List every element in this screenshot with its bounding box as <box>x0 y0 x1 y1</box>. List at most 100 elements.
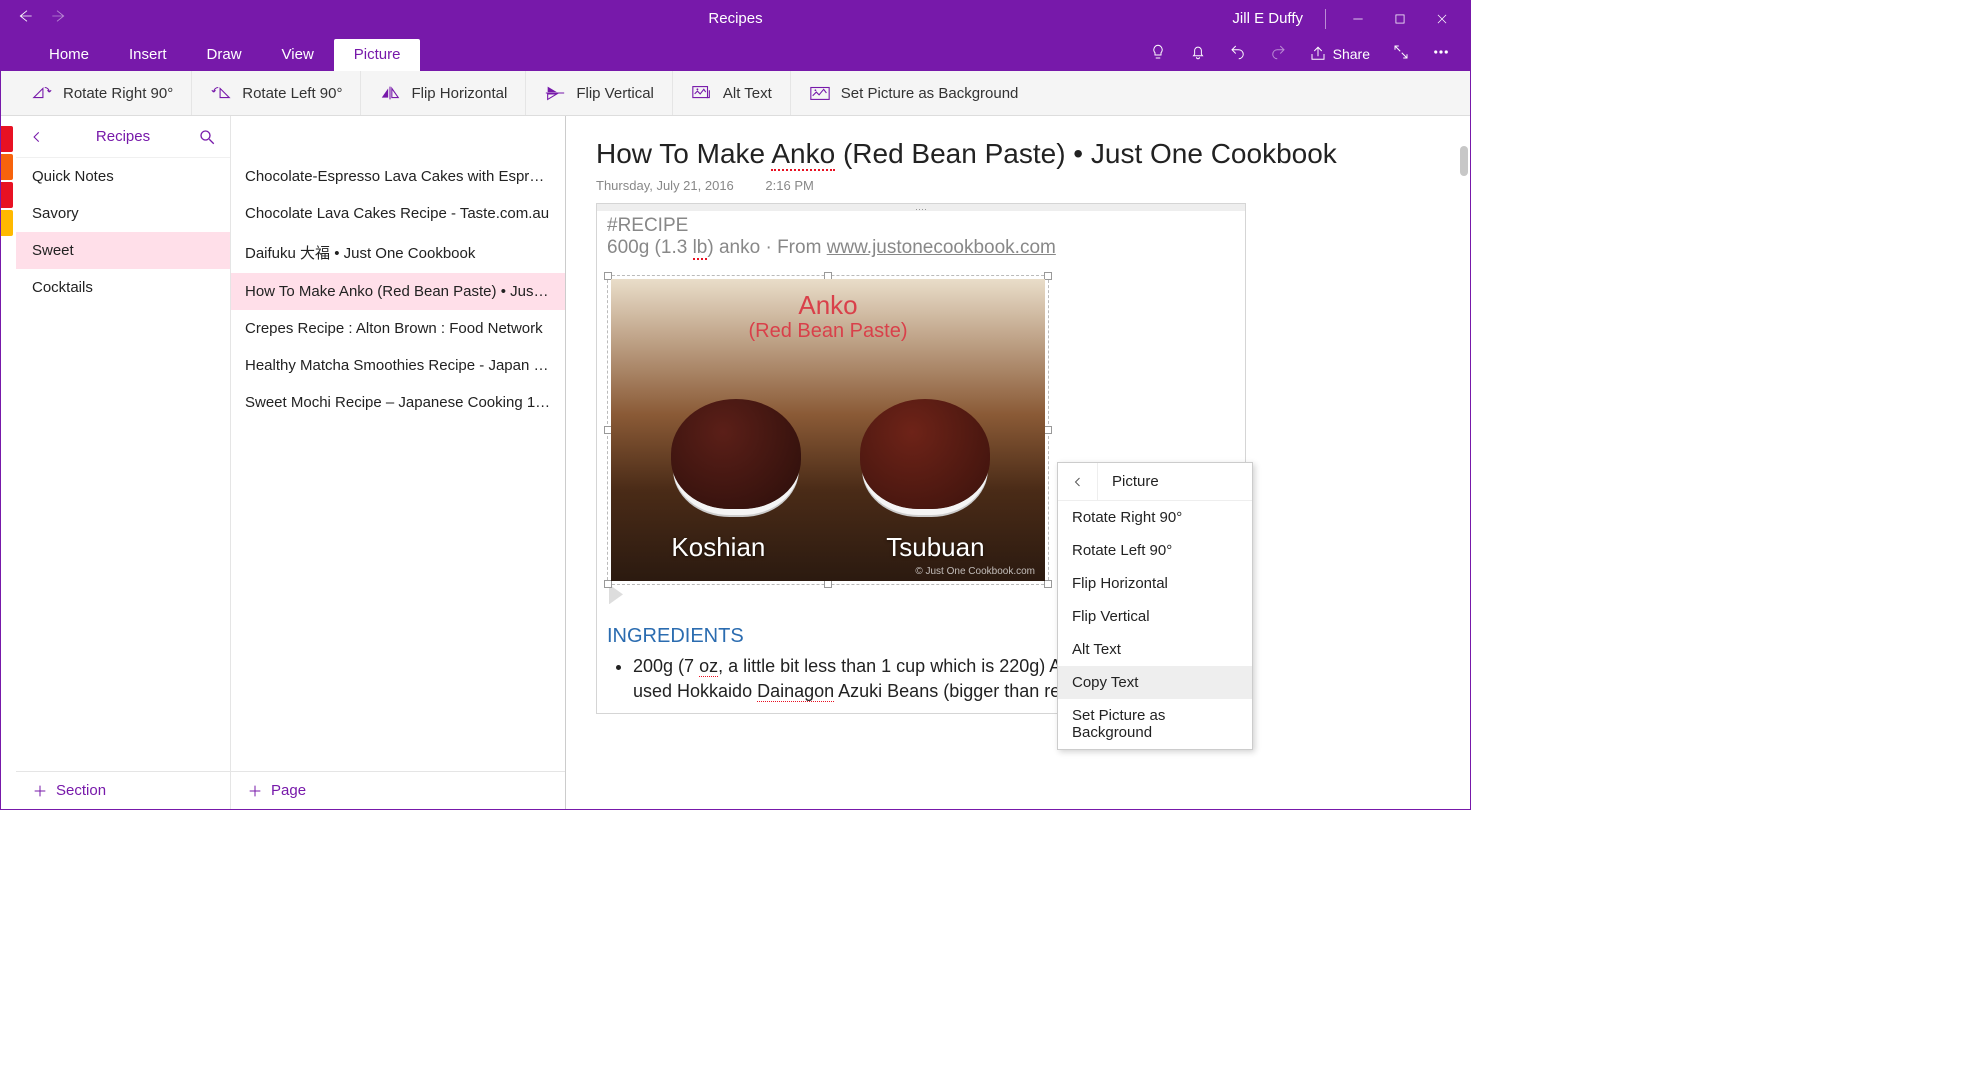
page-item[interactable]: Chocolate Lava Cakes Recipe - Taste.com.… <box>231 195 565 232</box>
page-item[interactable]: Healthy Matcha Smoothies Recipe - Japan … <box>231 347 565 384</box>
color-tab-orange[interactable] <box>1 154 13 180</box>
text-flagged: lb <box>693 237 708 260</box>
tab-insert[interactable]: Insert <box>109 39 187 71</box>
resize-handle[interactable] <box>824 580 832 588</box>
user-name[interactable]: Jill E Duffy <box>1232 10 1303 27</box>
page-item[interactable]: Daifuku 大福 • Just One Cookbook <box>231 232 565 273</box>
title-text-flagged: Anko <box>771 138 835 171</box>
lightbulb-icon[interactable] <box>1149 43 1167 65</box>
rotate-right-label: Rotate Right 90° <box>63 85 173 102</box>
selected-image[interactable]: Anko (Red Bean Paste) Koshian Tsubuan © … <box>607 275 1049 585</box>
tab-draw[interactable]: Draw <box>187 39 262 71</box>
resize-handle[interactable] <box>1044 272 1052 280</box>
flip-horizontal-label: Flip Horizontal <box>411 85 507 102</box>
rotate-left-button[interactable]: Rotate Left 90° <box>192 71 361 115</box>
resize-handle[interactable] <box>1044 426 1052 434</box>
color-tab-yellow[interactable] <box>1 210 13 236</box>
note-canvas[interactable]: How To Make Anko (Red Bean Paste) • Just… <box>566 116 1470 809</box>
ctx-copy-text[interactable]: Copy Text <box>1058 666 1252 699</box>
ctx-flip-horizontal[interactable]: Flip Horizontal <box>1058 567 1252 600</box>
resize-handle[interactable] <box>604 580 612 588</box>
add-page-button[interactable]: Page <box>231 771 565 809</box>
page-item[interactable]: Chocolate-Espresso Lava Cakes with Espre… <box>231 158 565 195</box>
tab-picture[interactable]: Picture <box>334 39 421 71</box>
image-text: Anko <box>749 291 908 320</box>
tab-view[interactable]: View <box>262 39 334 71</box>
bean-graphic <box>860 399 990 509</box>
title-text: How To Make <box>596 138 771 169</box>
section-quick-notes[interactable]: Quick Notes <box>16 158 230 195</box>
image-text: Koshian <box>671 532 765 563</box>
content-frame[interactable]: ···· #RECIPE 600g (1.3 lb) anko · From w… <box>596 203 1246 714</box>
ctx-alt-text[interactable]: Alt Text <box>1058 633 1252 666</box>
resize-handle[interactable] <box>1044 580 1052 588</box>
maximize-icon[interactable] <box>1390 9 1410 29</box>
flip-vertical-label: Flip Vertical <box>576 85 654 102</box>
share-label: Share <box>1333 46 1370 62</box>
ribbon: Rotate Right 90° Rotate Left 90° Flip Ho… <box>1 71 1470 116</box>
text-flagged: oz <box>699 656 718 677</box>
page-title[interactable]: How To Make Anko (Red Bean Paste) • Just… <box>596 136 1440 172</box>
forward-icon[interactable] <box>51 8 67 29</box>
fullscreen-icon[interactable] <box>1392 43 1410 65</box>
ctx-set-background[interactable]: Set Picture as Background <box>1058 699 1252 749</box>
set-background-button[interactable]: Set Picture as Background <box>791 71 1037 115</box>
more-icon[interactable] <box>1432 43 1450 65</box>
alt-text-label: Alt Text <box>723 85 772 102</box>
redo-icon[interactable] <box>1269 43 1287 65</box>
source-line[interactable]: 600g (1.3 lb) anko · From www.justonecoo… <box>607 237 1235 259</box>
minimize-icon[interactable] <box>1348 9 1368 29</box>
scrollbar-thumb[interactable] <box>1460 146 1468 176</box>
search-icon[interactable] <box>198 128 216 146</box>
bean-graphic <box>671 399 801 509</box>
text: 200g (7 <box>633 656 699 676</box>
undo-icon[interactable] <box>1229 43 1247 65</box>
page-item[interactable]: Crepes Recipe : Alton Brown : Food Netwo… <box>231 310 565 347</box>
ctx-rotate-left[interactable]: Rotate Left 90° <box>1058 534 1252 567</box>
add-section-button[interactable]: Section <box>16 771 230 809</box>
title-text: (Red Bean Paste) • Just One Cookbook <box>835 138 1337 169</box>
page-item[interactable]: Sweet Mochi Recipe – Japanese Cooking 10… <box>231 384 565 421</box>
window-title: Recipes <box>708 10 762 27</box>
color-tab-red-2[interactable] <box>1 182 13 208</box>
context-back-icon[interactable] <box>1058 463 1098 500</box>
alt-text-button[interactable]: Alt Text <box>673 71 791 115</box>
recipe-tag[interactable]: #RECIPE <box>607 215 1235 237</box>
page-item[interactable]: How To Make Anko (Red Bean Paste) • Just… <box>231 273 565 310</box>
back-icon[interactable] <box>17 8 33 29</box>
add-page-label: Page <box>271 782 306 799</box>
titlebar: Recipes Jill E Duffy <box>1 1 1470 36</box>
frame-grip[interactable]: ···· <box>597 204 1245 211</box>
separator <box>1325 9 1326 29</box>
bell-icon[interactable] <box>1189 43 1207 65</box>
section-color-tabs <box>1 116 16 809</box>
text: 600g (1.3 <box>607 237 693 258</box>
image-text: (Red Bean Paste) <box>749 320 908 342</box>
color-tab-red[interactable] <box>1 126 13 152</box>
context-menu-title: Picture <box>1098 473 1159 490</box>
flip-horizontal-button[interactable]: Flip Horizontal <box>361 71 526 115</box>
tab-home[interactable]: Home <box>29 39 109 71</box>
close-icon[interactable] <box>1432 9 1452 29</box>
set-background-label: Set Picture as Background <box>841 85 1019 102</box>
section-savory[interactable]: Savory <box>16 195 230 232</box>
share-button[interactable]: Share <box>1309 45 1370 63</box>
section-cocktails[interactable]: Cocktails <box>16 269 230 306</box>
note-date: Thursday, July 21, 2016 <box>596 178 734 193</box>
rotate-right-button[interactable]: Rotate Right 90° <box>13 71 192 115</box>
ctx-rotate-right[interactable]: Rotate Right 90° <box>1058 501 1252 534</box>
context-menu: Picture Rotate Right 90° Rotate Left 90°… <box>1057 462 1253 750</box>
text: ) anko · From <box>707 237 826 258</box>
rotate-left-label: Rotate Left 90° <box>242 85 342 102</box>
pages-pane: Chocolate-Espresso Lava Cakes with Espre… <box>231 116 566 809</box>
image-watermark: © Just One Cookbook.com <box>915 566 1035 577</box>
ctx-flip-vertical[interactable]: Flip Vertical <box>1058 600 1252 633</box>
add-section-label: Section <box>56 782 106 799</box>
back-chevron-icon[interactable] <box>30 130 44 144</box>
section-sweet[interactable]: Sweet <box>16 232 230 269</box>
source-link[interactable]: www.justonecookbook.com <box>827 237 1056 258</box>
ribbon-tabs: Home Insert Draw View Picture Share <box>1 36 1470 71</box>
recipe-image: Anko (Red Bean Paste) Koshian Tsubuan © … <box>611 279 1045 581</box>
sections-pane: Recipes Quick Notes Savory Sweet Cocktai… <box>16 116 231 809</box>
flip-vertical-button[interactable]: Flip Vertical <box>526 71 673 115</box>
